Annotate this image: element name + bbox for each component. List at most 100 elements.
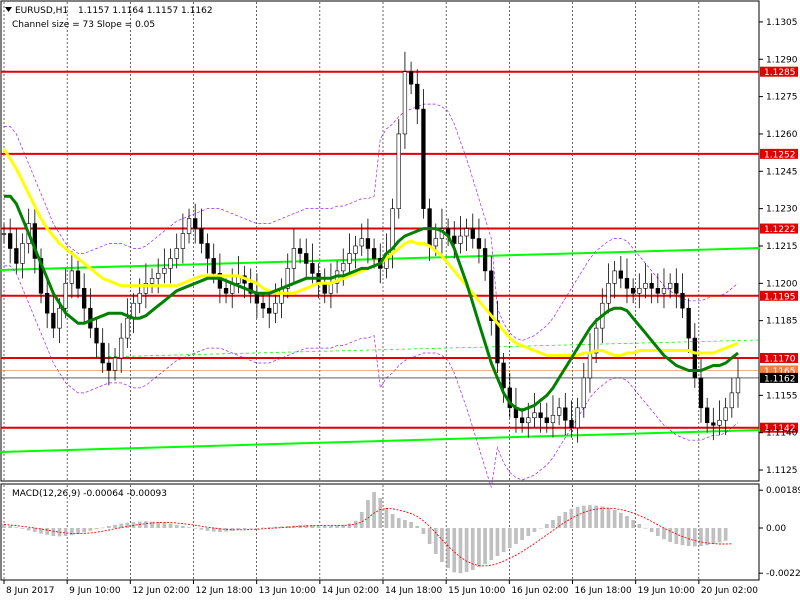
candle-body xyxy=(408,71,414,85)
candle-body xyxy=(137,292,142,304)
candle-body xyxy=(630,288,636,294)
macd-histogram-bar xyxy=(63,528,68,536)
macd-histogram-bar xyxy=(662,528,666,540)
candle-body xyxy=(606,283,611,304)
macd-histogram-bar xyxy=(359,512,364,528)
candle-body xyxy=(347,253,352,264)
x-tick-label: 12 Jun 18:00 xyxy=(196,586,253,596)
macd-histogram-bar xyxy=(551,520,555,528)
candle-body xyxy=(14,248,19,264)
macd-histogram-bar xyxy=(76,528,80,534)
macd-histogram-bar xyxy=(618,512,623,528)
symbol-title: EURUSD,H1 xyxy=(15,6,68,16)
candle-body xyxy=(575,407,580,429)
macd-y-tick-label: 0.00189 xyxy=(766,486,800,496)
candle-body xyxy=(643,283,648,289)
macd-histogram-bar xyxy=(205,528,210,531)
macd-histogram-bar xyxy=(113,524,117,528)
ohlc-values: 1.1157 1.1164 1.1157 1.1162 xyxy=(78,6,213,16)
level-price-label: 1.1170 xyxy=(764,355,796,365)
y-tick-label: 1.1230 xyxy=(766,205,798,215)
candle-body xyxy=(205,243,210,259)
candle-body xyxy=(223,288,229,294)
macd-label: MACD(12,26,9) -0.00064 -0.00093 xyxy=(12,489,167,499)
y-tick-label: 1.1155 xyxy=(766,391,798,401)
macd-histogram-bar xyxy=(655,528,660,536)
candle-body xyxy=(538,412,543,419)
y-tick-label: 1.1245 xyxy=(766,167,798,177)
macd-histogram-bar xyxy=(427,528,432,544)
candle-body xyxy=(717,419,722,426)
level-price-label: 1.1222 xyxy=(764,225,796,235)
macd-histogram-bar xyxy=(366,500,370,528)
macd-histogram-bar xyxy=(526,528,531,536)
y-tick-label: 1.1275 xyxy=(766,93,798,103)
macd-histogram-bar xyxy=(625,516,629,528)
candle-body xyxy=(452,235,457,244)
candle-body xyxy=(637,288,642,294)
price-axis: 1.12851.12521.12221.11951.11701.11421.11… xyxy=(759,18,798,476)
macd-histogram-bar xyxy=(711,528,716,544)
macd-histogram-bar xyxy=(193,528,198,529)
candle-body xyxy=(556,407,562,416)
x-tick-label: 20 Jun 02:00 xyxy=(701,586,758,596)
macd-histogram-bar xyxy=(686,528,691,546)
macd-histogram-bar xyxy=(168,523,173,528)
candle-body xyxy=(649,283,654,289)
candle-body xyxy=(88,307,93,329)
macd-histogram-bar xyxy=(187,527,191,528)
candle-body xyxy=(180,233,186,249)
level-price-label: 1.1285 xyxy=(764,68,796,78)
x-tick-label: 8 Jun 2017 xyxy=(6,586,54,596)
candle-body xyxy=(458,235,463,244)
candle-body xyxy=(550,414,556,424)
macd-histogram-bar xyxy=(82,528,87,533)
candle-body xyxy=(655,288,660,294)
candle-body xyxy=(501,362,506,389)
candle-body xyxy=(532,412,537,419)
candle-body xyxy=(711,422,716,426)
macd-histogram-bar xyxy=(8,525,13,528)
macd-histogram-bar xyxy=(606,508,611,528)
macd-histogram-bar xyxy=(433,528,438,554)
macd-histogram-bar xyxy=(94,528,99,530)
candle-body xyxy=(341,263,346,272)
candle-body xyxy=(526,417,531,424)
macd-histogram-bar xyxy=(637,524,642,528)
macd-histogram-bar xyxy=(45,528,50,535)
macd-histogram-bar xyxy=(144,521,148,528)
candle-body xyxy=(470,228,475,239)
y-tick-label: 1.1290 xyxy=(766,55,798,65)
macd-histogram-bar xyxy=(403,520,407,528)
macd-histogram-bar xyxy=(20,528,25,529)
macd-histogram-bar xyxy=(501,528,506,552)
candle-body xyxy=(569,419,574,429)
candle-body xyxy=(57,307,62,329)
x-tick-label: 12 Jun 02:00 xyxy=(132,586,189,596)
candle-body xyxy=(162,268,167,274)
macd-histogram-bar xyxy=(532,528,537,532)
x-tick-label: 16 Jun 18:00 xyxy=(575,586,632,596)
candle-body xyxy=(402,71,408,135)
candle-body xyxy=(661,288,667,294)
channel-info: Channel size = 73 Slope = 0.05 xyxy=(12,20,155,30)
macd-histogram-bar xyxy=(643,528,648,529)
level-price-label: 1.1252 xyxy=(764,150,796,160)
macd-histogram-bar xyxy=(396,518,401,528)
candle-body xyxy=(291,248,297,269)
candle-body xyxy=(624,278,630,289)
macd-histogram-bar xyxy=(464,528,469,572)
macd-histogram-bar xyxy=(69,528,74,536)
eurusd-h1-chart: 1.12851.12521.12221.11951.11701.11421.11… xyxy=(0,0,800,596)
macd-histogram-bar xyxy=(507,528,512,548)
macd-histogram-bar xyxy=(575,506,580,528)
macd-histogram-bar xyxy=(415,526,420,528)
macd-histogram-bar xyxy=(14,527,19,528)
candle-body xyxy=(723,407,728,421)
macd-histogram-bar xyxy=(378,498,383,528)
candle-body xyxy=(668,283,673,289)
x-tick-label: 19 Jun 10:00 xyxy=(638,586,695,596)
candle-body xyxy=(100,342,105,364)
macd-histogram-bar xyxy=(588,505,592,528)
candle-body xyxy=(112,357,118,371)
